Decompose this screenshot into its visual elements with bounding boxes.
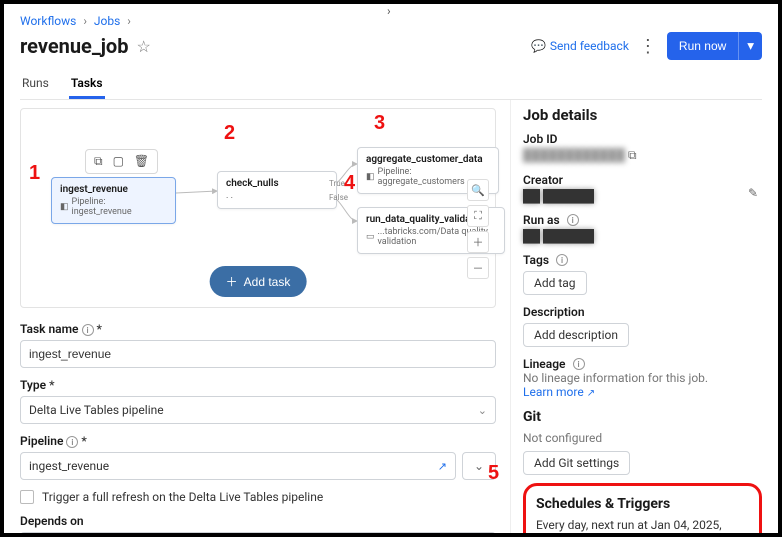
overflow-menu-icon[interactable]: ⋮ <box>639 36 657 57</box>
details-panel: ✎ Job details Job ID ████████████ ⧉ Crea… <box>510 100 762 537</box>
tab-tasks[interactable]: Tasks <box>69 70 105 99</box>
lineage-label: Lineage i <box>523 357 762 371</box>
fullscreen-icon[interactable]: ⛶ <box>467 205 489 227</box>
type-value: Delta Live Tables pipeline <box>29 403 164 417</box>
depends-on-label: Depends on <box>20 514 496 528</box>
edge-label-true: True <box>329 179 345 188</box>
schedules-triggers-section: Schedules & Triggers Every day, next run… <box>523 483 762 537</box>
info-icon[interactable]: i <box>82 324 94 336</box>
git-heading: Git <box>523 409 762 425</box>
creator-label: Creator <box>523 173 762 187</box>
info-icon[interactable]: i <box>573 358 585 370</box>
pipeline-select[interactable]: ingest_revenue ↗ <box>20 452 456 480</box>
add-description-button[interactable]: Add description <box>523 323 629 347</box>
task-graph-canvas[interactable]: ⧉ ▢ 🗑 ingest_revenue ◧Pipeline: ingest_r… <box>20 108 496 308</box>
zoom-in-icon[interactable]: ＋ <box>467 231 489 253</box>
info-icon[interactable]: i <box>556 254 568 266</box>
run-now-caret[interactable]: ▾ <box>738 32 762 60</box>
chevron-down-icon: ⌄ <box>478 404 487 417</box>
job-id-value: ████████████ ⧉ <box>523 148 762 163</box>
depends-on-select[interactable]: Select task dependencies... ⌄ <box>20 532 496 537</box>
info-icon[interactable]: i <box>567 214 579 226</box>
full-refresh-checkbox[interactable] <box>20 490 34 504</box>
node-title: aggregate_customer_data <box>366 154 490 165</box>
edge-label-false: False <box>329 193 348 202</box>
job-id-label: Job ID <box>523 132 762 146</box>
comment-icon[interactable]: ▢ <box>113 154 124 169</box>
type-select[interactable]: Delta Live Tables pipeline ⌄ <box>20 396 496 424</box>
canvas-tools: 🔍 ⛶ ＋ － <box>467 179 489 279</box>
zoom-out-icon[interactable]: － <box>467 257 489 279</box>
add-task-button[interactable]: ＋Add task <box>210 266 307 297</box>
chevron-down-icon: ⌄ <box>474 459 484 473</box>
tab-runs[interactable]: Runs <box>20 70 51 99</box>
git-status: Not configured <box>523 431 762 445</box>
schedules-heading: Schedules & Triggers <box>536 496 749 512</box>
tabs: Runs Tasks <box>20 70 762 100</box>
task-name-input[interactable] <box>20 340 496 368</box>
node-toolbar: ⧉ ▢ 🗑 <box>85 149 158 174</box>
page-title: revenue_job <box>20 34 128 58</box>
breadcrumb: Workflows › Jobs › <box>20 14 762 28</box>
details-heading: Job details <box>523 106 762 124</box>
pipeline-label: Pipelinei <box>20 434 496 448</box>
send-feedback-link[interactable]: 💬 Send feedback <box>531 39 629 53</box>
add-git-settings-button[interactable]: Add Git settings <box>523 451 630 475</box>
edit-pencil-icon[interactable]: ✎ <box>748 186 758 200</box>
type-label: Type <box>20 378 496 392</box>
trash-icon[interactable]: 🗑 <box>134 154 149 169</box>
tags-label: Tags i <box>523 253 762 267</box>
external-link-icon[interactable]: ↗ <box>438 460 447 473</box>
chat-icon: 💬 <box>531 39 546 53</box>
breadcrumb-jobs[interactable]: Jobs <box>94 14 120 28</box>
creator-value: ██ ██████ <box>523 189 762 203</box>
run-as-label: Run as i <box>523 213 762 227</box>
task-node-ingest-revenue[interactable]: ingest_revenue ◧Pipeline: ingest_revenue <box>51 177 176 224</box>
copy-icon[interactable]: ⧉ <box>94 154 103 169</box>
run-now-button[interactable]: Run now <box>667 32 738 60</box>
task-node-check-nulls[interactable]: check_nulls . . <box>217 171 337 209</box>
info-icon[interactable]: i <box>66 436 78 448</box>
node-subtitle: . . <box>226 191 328 201</box>
task-name-label: Task namei <box>20 322 496 336</box>
copy-icon[interactable]: ⧉ <box>628 148 637 162</box>
description-label: Description <box>523 305 762 319</box>
node-title: ingest_revenue <box>60 184 167 195</box>
pipeline-value: ingest_revenue <box>29 459 109 473</box>
add-tag-button[interactable]: Add tag <box>523 271 587 295</box>
node-title: check_nulls <box>226 178 328 189</box>
run-as-value: ██ ██████ <box>523 229 762 243</box>
search-icon[interactable]: 🔍 <box>467 179 489 201</box>
learn-more-link[interactable]: Learn more ↗ <box>523 385 595 399</box>
full-refresh-label: Trigger a full refresh on the Delta Live… <box>42 490 323 504</box>
lineage-message: No lineage information for this job. <box>523 371 762 385</box>
favorite-star-icon[interactable]: ☆ <box>136 37 150 56</box>
run-now-split-button: Run now ▾ <box>667 32 762 60</box>
breadcrumb-workflows[interactable]: Workflows <box>20 14 76 28</box>
external-link-icon: ↗ <box>587 388 595 399</box>
schedule-summary: Every day, next run at Jan 04, 2025, 11:… <box>536 518 749 537</box>
pipeline-dropdown-button[interactable]: ⌄ <box>462 452 496 480</box>
task-form: Task namei Type Delta Live Tables pipeli… <box>20 322 496 537</box>
plus-icon: ＋ <box>226 273 238 290</box>
node-subtitle: ◧Pipeline: ingest_revenue <box>60 197 167 217</box>
